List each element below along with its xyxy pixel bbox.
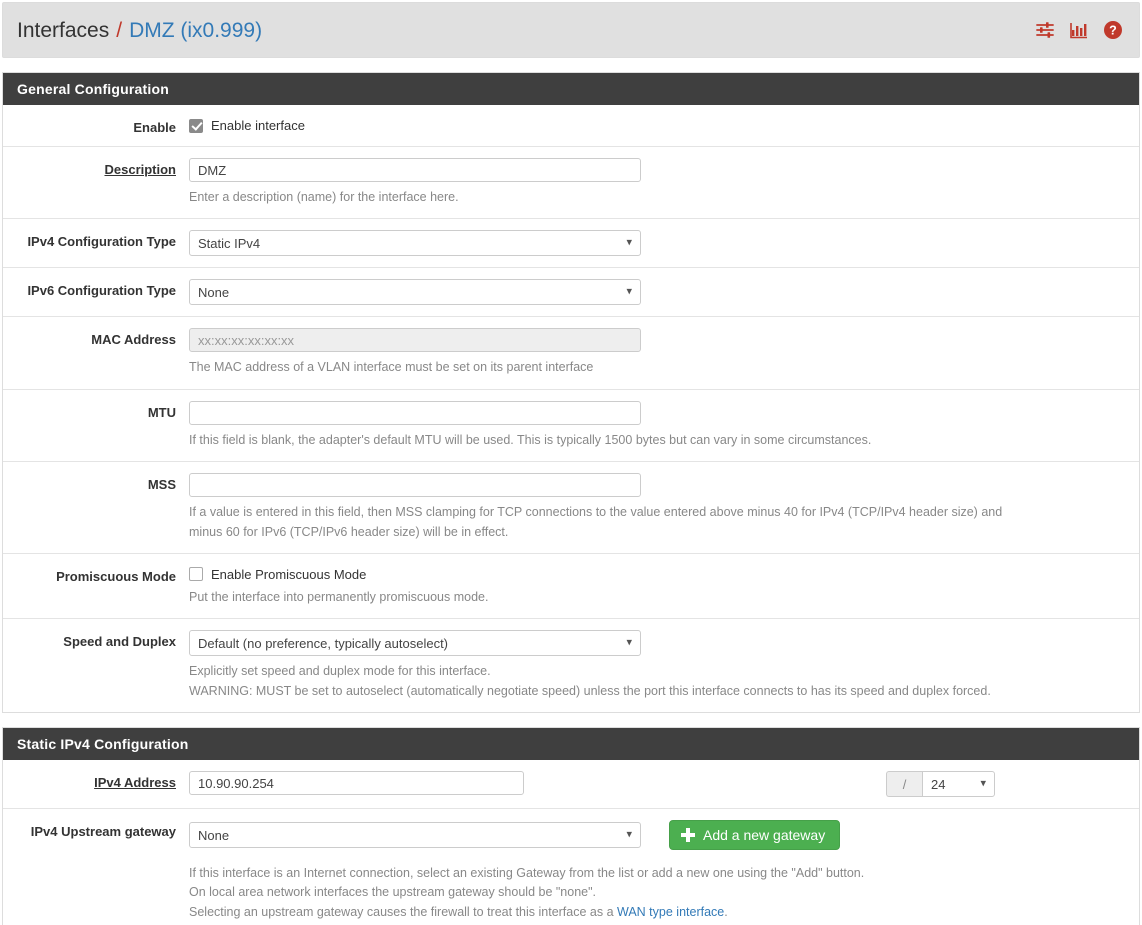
row-ipv4-config-type: IPv4 Configuration Type Static IPv4 ▾ — [3, 219, 1139, 269]
ipv4-address-field: / 24 ▾ — [189, 771, 1139, 797]
row-mtu: MTU If this field is blank, the adapter'… — [3, 390, 1139, 463]
breadcrumb: Interfaces / DMZ (ix0.999) — [17, 20, 262, 41]
mss-help-line-1: If a value is entered in this field, the… — [189, 505, 1003, 520]
mtu-field: If this field is blank, the adapter's de… — [189, 400, 1139, 450]
row-ipv6-config-type: IPv6 Configuration Type None ▾ — [3, 268, 1139, 318]
page-root: Interfaces / DMZ (ix0.999) ? General Con… — [0, 0, 1142, 925]
ipv4-upstream-gateway-field: None ▾ Add a new gateway — [189, 820, 1139, 850]
enable-label: Enable — [133, 120, 176, 135]
enable-interface-checkbox[interactable] — [189, 118, 203, 133]
gateway-help-line-3-pre: Selecting an upstream gateway causes the… — [189, 904, 618, 919]
gateway-controls-row: None ▾ Add a new gateway — [189, 820, 1127, 850]
ipv6-config-type-select[interactable]: None — [189, 279, 641, 306]
help-icon[interactable]: ? — [1103, 20, 1123, 40]
static-ipv4-configuration-heading: Static IPv4 Configuration — [3, 728, 1139, 760]
promiscuous-mode-field: Enable Promiscuous Mode Put the interfac… — [189, 565, 1139, 607]
mss-field: If a value is entered in this field, the… — [189, 473, 1139, 542]
ipv4-upstream-gateway-select[interactable]: None — [189, 822, 641, 848]
description-help: Enter a description (name) for the inter… — [189, 190, 459, 204]
row-gateway-help: If this interface is an Internet connect… — [3, 852, 1139, 925]
gateway-help-line-1: If this interface is an Internet connect… — [189, 866, 865, 880]
promiscuous-mode-help: Put the interface into permanently promi… — [189, 589, 489, 604]
gateway-help-field: If this interface is an Internet connect… — [189, 858, 1139, 925]
mtu-input[interactable] — [189, 400, 641, 425]
ipv4-address-row: / 24 ▾ — [189, 771, 1127, 797]
row-enable: Enable Enable interface — [3, 105, 1139, 147]
breadcrumb-current[interactable]: DMZ (ix0.999) — [129, 20, 262, 41]
speed-duplex-select[interactable]: Default (no preference, typically autose… — [189, 630, 641, 657]
speed-duplex-help-line-2: WARNING: MUST be set to autoselect (auto… — [189, 683, 991, 698]
promiscuous-mode-label: Promiscuous Mode — [56, 568, 176, 584]
row-description: Description Enter a description (name) f… — [3, 147, 1139, 220]
ipv4-prefix-addon: / — [886, 771, 922, 797]
gateway-help-line-3-post: . — [724, 904, 728, 919]
description-label[interactable]: Description — [3, 158, 189, 177]
ipv6-config-type-label: IPv6 Configuration Type — [27, 283, 176, 299]
add-new-gateway-button[interactable]: Add a new gateway — [669, 820, 841, 850]
promiscuous-mode-checkbox-label: Enable Promiscuous Mode — [211, 566, 367, 582]
row-ipv4-upstream-gateway: IPv4 Upstream gateway None ▾ Add a new g… — [3, 809, 1139, 852]
mtu-help: If this field is blank, the adapter's de… — [189, 432, 872, 447]
row-ipv4-address: IPv4 Address / 24 ▾ — [3, 760, 1139, 809]
plus-icon — [681, 828, 695, 842]
breadcrumb-root[interactable]: Interfaces — [17, 20, 109, 41]
promiscuous-mode-checkbox[interactable] — [189, 567, 203, 582]
wan-type-interface-link[interactable]: WAN type interface — [617, 905, 724, 919]
ipv4-address-label[interactable]: IPv4 Address — [3, 771, 189, 790]
static-ipv4-configuration-panel: Static IPv4 Configuration IPv4 Address / — [2, 727, 1140, 925]
enable-field: Enable interface — [189, 116, 1139, 133]
mac-address-field: The MAC address of a VLAN interface must… — [189, 328, 1139, 377]
row-mss: MSS If a value is entered in this field,… — [3, 462, 1139, 554]
general-configuration-panel: General Configuration Enable Enable inte… — [2, 72, 1140, 713]
description-input[interactable] — [189, 158, 641, 182]
mac-address-label: MAC Address — [91, 332, 176, 348]
ipv6-config-type-field: None ▾ — [189, 279, 1139, 306]
ipv4-address-input[interactable] — [189, 771, 524, 795]
header-icon-group: ? — [1035, 20, 1123, 40]
description-field: Enter a description (name) for the inter… — [189, 158, 1139, 207]
ipv4-config-type-field: Static IPv4 ▾ — [189, 230, 1139, 257]
sliders-icon[interactable] — [1035, 20, 1055, 40]
bar-chart-icon[interactable] — [1069, 20, 1089, 40]
add-new-gateway-button-label: Add a new gateway — [703, 827, 826, 843]
ipv4-prefix-select[interactable]: 24 — [922, 771, 995, 797]
mss-input[interactable] — [189, 473, 641, 498]
mtu-label: MTU — [147, 404, 176, 420]
ipv4-config-type-label: IPv4 Configuration Type — [27, 234, 176, 250]
static-ipv4-configuration-body: IPv4 Address / 24 ▾ — [3, 760, 1139, 925]
breadcrumb-separator: / — [116, 18, 123, 42]
speed-duplex-label: Speed and Duplex — [63, 634, 176, 650]
mac-address-help: The MAC address of a VLAN interface must… — [189, 360, 594, 375]
speed-duplex-help: Explicitly set speed and duplex mode for… — [189, 662, 1109, 701]
svg-text:?: ? — [1109, 24, 1117, 38]
general-configuration-body: Enable Enable interface Description Ente… — [3, 105, 1139, 712]
ipv4-prefix-group: / 24 ▾ — [886, 771, 995, 797]
mss-help: If a value is entered in this field, the… — [189, 503, 1109, 542]
mss-help-line-2: minus 60 for IPv6 (TCP/IPv6 header size)… — [189, 524, 509, 539]
gateway-help-line-2: On local area network interfaces the ups… — [189, 885, 597, 900]
row-promiscuous-mode: Promiscuous Mode Enable Promiscuous Mode… — [3, 554, 1139, 620]
mss-label: MSS — [147, 477, 176, 493]
gateway-help-line-3: Selecting an upstream gateway causes the… — [189, 903, 1109, 922]
gateway-help: If this interface is an Internet connect… — [189, 864, 1109, 925]
general-configuration-heading: General Configuration — [3, 73, 1139, 105]
enable-interface-checkbox-line[interactable]: Enable interface — [189, 116, 1127, 133]
speed-duplex-field: Default (no preference, typically autose… — [189, 630, 1139, 701]
ipv4-upstream-gateway-label: IPv4 Upstream gateway — [30, 824, 176, 839]
ipv4-config-type-select[interactable]: Static IPv4 — [189, 230, 641, 257]
breadcrumb-bar: Interfaces / DMZ (ix0.999) ? — [2, 2, 1140, 58]
row-mac-address: MAC Address The MAC address of a VLAN in… — [3, 317, 1139, 390]
promiscuous-mode-checkbox-line[interactable]: Enable Promiscuous Mode — [189, 565, 1127, 582]
row-speed-duplex: Speed and Duplex Default (no preference,… — [3, 619, 1139, 712]
enable-interface-checkbox-label: Enable interface — [211, 118, 305, 133]
ipv4-address-input-wrap — [189, 771, 524, 795]
mac-address-input — [189, 328, 641, 353]
gateway-help-spacer — [3, 858, 189, 925]
speed-duplex-help-line-1: Explicitly set speed and duplex mode for… — [189, 664, 491, 679]
